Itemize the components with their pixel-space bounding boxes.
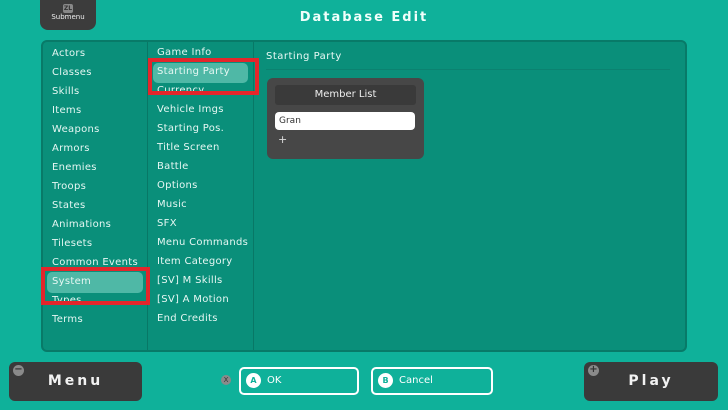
- ok-label: OK: [267, 375, 282, 386]
- category-item-enemies[interactable]: Enemies: [52, 162, 97, 173]
- tab--sv-a-motion[interactable]: [SV] A Motion: [157, 294, 229, 305]
- section-divider: [266, 69, 670, 70]
- cancel-button[interactable]: B Cancel: [371, 367, 493, 395]
- play-button[interactable]: + Play: [584, 362, 718, 401]
- tab-menu-commands[interactable]: Menu Commands: [157, 237, 248, 248]
- tab-title-screen[interactable]: Title Screen: [157, 142, 220, 153]
- tab-music[interactable]: Music: [157, 199, 187, 210]
- member-list-panel: Member List Gran +: [267, 78, 424, 159]
- category-item-actors[interactable]: Actors: [52, 48, 85, 59]
- category-item-states[interactable]: States: [52, 200, 85, 211]
- minus-button-icon: −: [13, 364, 24, 376]
- category-item-animations[interactable]: Animations: [52, 219, 111, 230]
- member-list-header: Member List: [275, 85, 416, 105]
- play-label: Play: [628, 373, 674, 389]
- x-button-icon[interactable]: X: [221, 375, 231, 385]
- tab-options[interactable]: Options: [157, 180, 198, 191]
- category-item-troops[interactable]: Troops: [52, 181, 86, 192]
- tab-starting-party[interactable]: Starting Party: [157, 66, 230, 77]
- category-item-tilesets[interactable]: Tilesets: [52, 238, 92, 249]
- tab-sfx[interactable]: SFX: [157, 218, 177, 229]
- ok-button[interactable]: A OK: [239, 367, 359, 395]
- cancel-label: Cancel: [399, 375, 433, 386]
- category-item-weapons[interactable]: Weapons: [52, 124, 100, 135]
- b-button-icon: B: [378, 373, 393, 388]
- tab-game-info[interactable]: Game Info: [157, 47, 212, 58]
- member-item[interactable]: Gran: [275, 112, 415, 130]
- category-item-skills[interactable]: Skills: [52, 86, 79, 97]
- category-item-armors[interactable]: Armors: [52, 143, 90, 154]
- category-item-classes[interactable]: Classes: [52, 67, 92, 78]
- a-button-icon: A: [246, 373, 261, 388]
- plus-button-icon: +: [588, 364, 599, 376]
- tab-starting-pos-[interactable]: Starting Pos.: [157, 123, 224, 134]
- tab-battle[interactable]: Battle: [157, 161, 189, 172]
- category-item-system[interactable]: System: [52, 276, 91, 287]
- page-title: Database Edit: [299, 10, 429, 25]
- section-title: Starting Party: [266, 51, 342, 62]
- category-item-terms[interactable]: Terms: [52, 314, 83, 325]
- tab--sv-m-skills[interactable]: [SV] M Skills: [157, 275, 223, 286]
- menu-button[interactable]: − Menu: [9, 362, 142, 401]
- menu-label: Menu: [47, 373, 104, 389]
- tab-vehicle-imgs[interactable]: Vehicle Imgs: [157, 104, 224, 115]
- tab-end-credits[interactable]: End Credits: [157, 313, 218, 324]
- add-member-button[interactable]: +: [278, 133, 287, 146]
- tab-item-category[interactable]: Item Category: [157, 256, 233, 267]
- category-item-items[interactable]: Items: [52, 105, 81, 116]
